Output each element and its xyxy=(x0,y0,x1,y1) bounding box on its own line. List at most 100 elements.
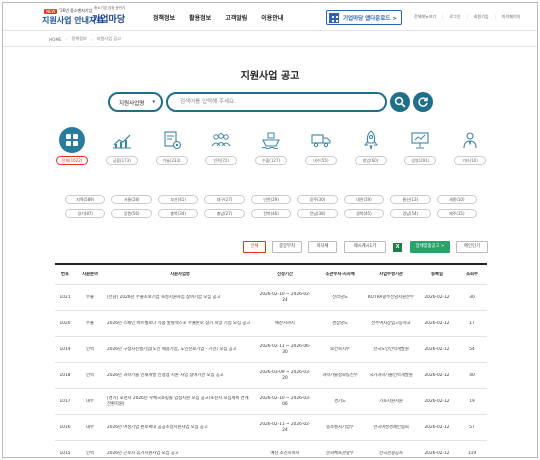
cell-ministry: 전라남도 xyxy=(332,294,348,300)
breadcrumb-home[interactable]: HOME xyxy=(49,37,62,42)
cell-number: 1021 xyxy=(59,294,71,300)
table-row[interactable]: 1017 내수 [경기] 포천시 2026년 우체국쇼핑몰 입점지원 모집 공고… xyxy=(55,389,487,415)
category-label: 창업(60) xyxy=(354,156,387,165)
cell-title-link[interactable]: 2026년 구정자진행기업(노인 채용기업, 노인진료기업 - 기관) 모집 공… xyxy=(105,347,255,353)
filter-central-button[interactable]: 중앙부처 xyxy=(272,241,302,253)
cell-agency: 전주여자상업고등학교 xyxy=(371,320,411,326)
cell-date: 2026-02-12 xyxy=(424,398,450,404)
cell-title-link[interactable]: 2026년 과학기술 인재개발 인정업 지원 사업 참여기관 모집 공고 xyxy=(105,373,255,379)
category-startup[interactable]: 창업(60) xyxy=(354,127,388,165)
cell-ministry: 경상남도 xyxy=(332,320,348,326)
util-all-menu[interactable]: 전체메뉴보기 xyxy=(414,14,436,20)
search-field-select-value: 지원사업명 xyxy=(119,101,145,107)
nav-item-customer[interactable]: 고객알림 xyxy=(225,13,247,22)
table-row[interactable]: 1015 인력 2026년 근로자 휴가지원사업 모집 공고 예산 소진시까지 … xyxy=(55,441,487,457)
category-finance[interactable]: 금융(173) xyxy=(105,127,139,165)
util-signup[interactable]: 회원가입 xyxy=(467,14,489,20)
new-badge: NEW xyxy=(44,9,58,14)
sort-select[interactable]: 제시계시1기 xyxy=(344,241,386,253)
cell-ministry: 경기도 xyxy=(334,398,346,404)
region-filter: 지역(589) 서울(28) 부산(41) 대구(27) 인천(29) 광주(3… xyxy=(65,195,477,218)
cell-field: 수출 xyxy=(86,320,94,326)
region-item[interactable]: 세종(10) xyxy=(436,195,477,204)
cell-title-link[interactable]: [경기] 포천시 2026년 우체국쇼핑몰 입점지원 모집 공고(포천시 모집계… xyxy=(105,396,255,408)
cell-title-link[interactable]: [전남] 2026년 수출초보기업 육성지원사업 참여기업 모집 공고 xyxy=(105,295,255,301)
nav-item-utilization[interactable]: 활용정보 xyxy=(189,13,211,22)
search-input[interactable]: 검색어를 입력해 주세요. xyxy=(166,92,387,112)
chart-icon xyxy=(109,127,135,153)
region-item[interactable]: 경남(54) xyxy=(390,209,431,218)
region-item[interactable]: 전북(46) xyxy=(250,209,292,218)
cell-title-link[interactable]: 2026년 여성기업 판로확대 공공조달지원사업 모집 공고 xyxy=(105,425,255,431)
search-button[interactable] xyxy=(390,92,410,112)
table-row[interactable]: 1016 내수 2026년 여성기업 판로확대 공공조달지원사업 모집 공고 2… xyxy=(55,415,487,441)
table-header-row: 번호 지원분야 지원사업명 신청기간 소관부처·지자체 사업수행기관 등록일 조… xyxy=(55,265,487,285)
secondary-option-button[interactable]: 메인인기 xyxy=(456,241,488,253)
custom-subscribe-button[interactable]: 업체맞춤공고 > xyxy=(410,241,450,253)
category-domestic[interactable]: 내수(55) xyxy=(304,127,338,165)
chevron-right-icon: › xyxy=(65,36,68,42)
search-field-select[interactable]: 지원사업명 ▾ xyxy=(108,92,163,112)
region-item[interactable]: 광주(30) xyxy=(297,195,338,204)
app-download-button[interactable]: 기업마당 앱다운로드 > xyxy=(326,10,402,25)
cell-period: 2026-02-11 ~ 2026-06-30 xyxy=(259,343,311,355)
category-other[interactable]: 기타(10) xyxy=(453,127,487,165)
col-header: 소관부처·지자체 xyxy=(325,271,355,277)
region-item[interactable]: 경북(45) xyxy=(343,209,385,218)
util-mypage[interactable]: 마이페이지 xyxy=(495,14,520,20)
cell-views: 40 xyxy=(469,372,475,378)
region-item[interactable]: 충북(34) xyxy=(157,209,199,218)
people-icon xyxy=(208,127,234,153)
region-item[interactable]: 제주(15) xyxy=(436,209,477,218)
region-item[interactable]: 대구(27) xyxy=(204,195,245,204)
site-logo-slogan: 중소기업 성장 동반자 xyxy=(94,6,126,10)
table-row[interactable]: 1019 인력 2026년 구정자진행기업(노인 채용기업, 노인진료기업 - … xyxy=(55,337,487,363)
filter-all-button[interactable]: 전체 xyxy=(243,241,266,253)
category-export[interactable]: 수출(127) xyxy=(254,127,288,165)
cell-title-link[interactable]: 2026년 스페인 바르셀로나 식품 할랄엑스포 수출판로 참가 희망 기업 모… xyxy=(105,321,255,327)
region-item[interactable]: 울산(13) xyxy=(390,195,431,204)
cell-agency: KOTRA광주전남지원본부 xyxy=(368,294,414,300)
qr-code-icon xyxy=(329,13,339,23)
nav-item-guide[interactable]: 이용안내 xyxy=(261,13,283,22)
region-item[interactable]: 경기(87) xyxy=(65,209,106,218)
region-item[interactable]: 강원(56) xyxy=(111,209,152,218)
region-item[interactable]: 인천(29) xyxy=(250,195,292,204)
filter-local-button[interactable]: 지자체 xyxy=(308,241,337,253)
cell-views: 30 xyxy=(469,294,475,300)
page-frame: NEW '26년 중소벤처기업 지원사업 안내자료 중소기업 성장 동반자 기업… xyxy=(2,2,538,458)
cell-ministry: 보건복지부 xyxy=(330,346,350,352)
cell-period: 예산 소진시까지 xyxy=(270,450,300,456)
table-row[interactable]: 1020 수출 2026년 스페인 바르셀로나 식품 할랄엑스포 수출판로 참가… xyxy=(55,311,487,337)
cell-field: 인력 xyxy=(86,450,94,456)
cell-number: 1019 xyxy=(59,346,71,352)
presentation-icon xyxy=(407,127,433,153)
excel-download-icon[interactable]: X xyxy=(393,243,402,252)
cell-ministry: 문화체육관광부 xyxy=(326,450,354,456)
category-all[interactable]: 전체(1622) xyxy=(55,127,89,165)
category-label: 금융(173) xyxy=(105,156,138,165)
region-item[interactable]: 지역(589) xyxy=(65,195,106,204)
region-item[interactable]: 대전(19) xyxy=(343,195,385,204)
site-logo[interactable]: 중소기업 성장 동반자 기업마당 xyxy=(92,6,132,28)
region-item[interactable]: 서울(28) xyxy=(111,195,152,204)
document-gear-icon xyxy=(159,127,185,153)
page-title: 지원사업 공고 xyxy=(240,71,300,82)
reset-button[interactable] xyxy=(413,92,433,112)
cell-agency: 한국노인인력개발원 xyxy=(373,346,409,352)
region-item[interactable]: 충남(27) xyxy=(204,209,245,218)
category-label: 기술(233) xyxy=(155,156,188,165)
category-filter: 전체(1622) 금융(173) 기술(233) 인력(72) 수출(127) xyxy=(55,127,487,165)
breadcrumb-policy[interactable]: 정책정보 xyxy=(71,36,86,42)
region-item[interactable]: 전남(38) xyxy=(297,209,338,218)
category-tech[interactable]: 기술(233) xyxy=(155,127,189,165)
nav-item-policy[interactable]: 정책정보 xyxy=(153,13,175,22)
region-item[interactable]: 부산(41) xyxy=(157,195,199,204)
category-hr[interactable]: 인력(72) xyxy=(204,127,238,165)
util-login[interactable]: 로그인 xyxy=(442,14,460,20)
category-management[interactable]: 경영(291) xyxy=(403,127,437,165)
table-row[interactable]: 1021 수출 [전남] 2026년 수출초보기업 육성지원사업 참여기업 모집… xyxy=(55,285,487,311)
cell-field: 인력 xyxy=(86,372,94,378)
table-row[interactable]: 1018 인력 2026년 과학기술 인재개발 인정업 지원 사업 참여기관 모… xyxy=(55,363,487,389)
cell-title-link[interactable]: 2026년 근로자 휴가지원사업 모집 공고 xyxy=(105,451,255,457)
